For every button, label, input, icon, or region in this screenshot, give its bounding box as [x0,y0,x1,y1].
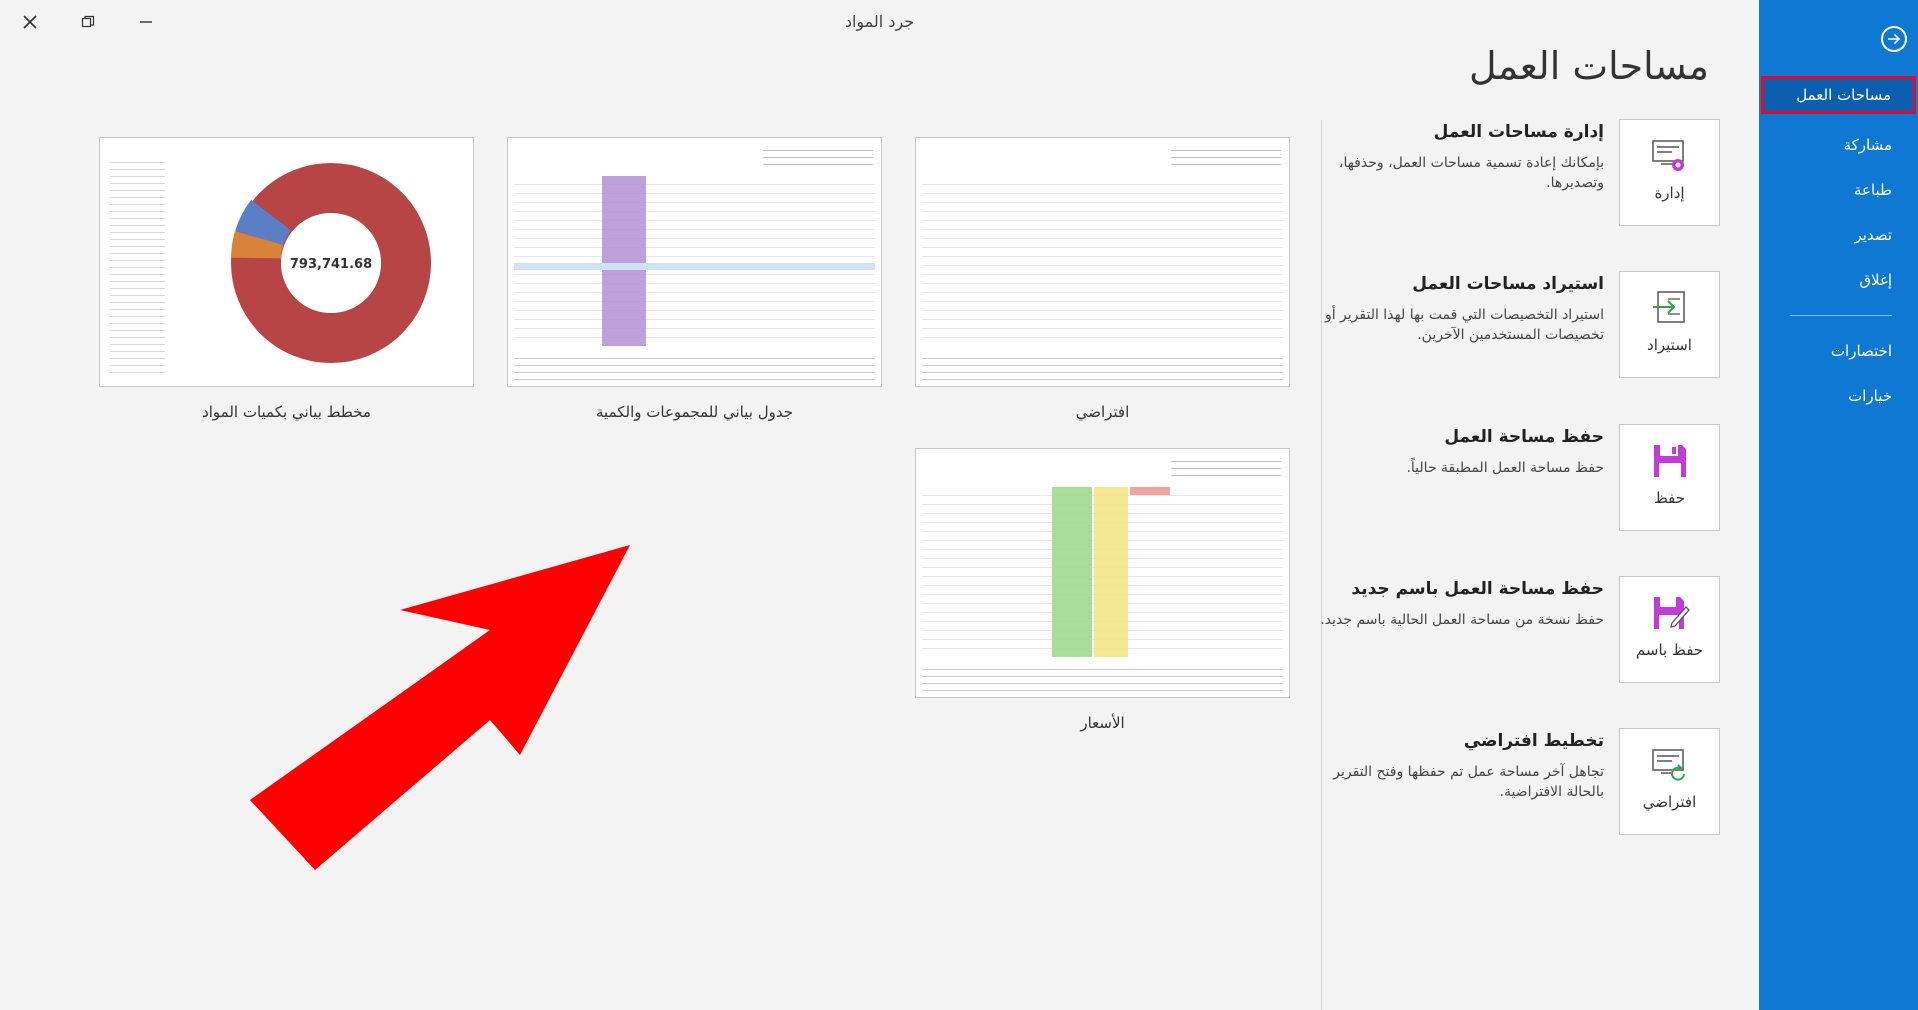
action-title: إدارة مساحات العمل [1433,122,1604,142]
save-as-button-label: حفظ باسم [1635,641,1704,659]
nav-options[interactable]: خيارات [1759,377,1918,415]
workspace-thumbnail[interactable]: 793,741.68 [99,137,474,387]
back-button[interactable] [1881,26,1907,52]
thumbnail-footer [922,352,1283,380]
workspace-label: افتراضي [1075,403,1130,421]
workspace-thumbnail[interactable] [507,137,882,387]
backstage-sidebar: مساحات العمل مشاركة طباعة تصدير إغلاق اخ… [1759,0,1918,1010]
donut-segment [231,230,284,260]
thumbnail-footer [922,663,1283,691]
action-manage: إدارة إدارة مساحات العمل بإمكانك إعادة ت… [1290,119,1720,229]
action-title: استيراد مساحات العمل [1412,274,1604,294]
action-title: تخطيط افتراضي [1463,731,1604,751]
nav-close[interactable]: إغلاق [1759,261,1918,299]
nav-separator [1790,315,1892,316]
manage-workspace-icon [1652,140,1684,171]
import-button[interactable]: استيراد [1619,271,1720,378]
action-title: حفظ مساحة العمل باسم جديد [1351,579,1604,599]
action-save: حفظ حفظ مساحة العمل حفظ مساحة العمل المط… [1290,424,1720,534]
annotation-arrow [250,545,630,870]
thumbnail-footer [514,352,875,380]
save-icon [1654,445,1686,477]
workspace-thumbnail[interactable] [915,137,1290,387]
import-icon [1653,291,1685,323]
workspace-label: مخطط بياني بكميات المواد [202,403,371,421]
thumbnail-red-cell [1130,487,1170,495]
chart-legend [110,156,165,374]
thumbnail-header [1171,144,1281,170]
manage-button[interactable]: إدارة [1619,119,1720,226]
save-as-button[interactable]: حفظ باسم [1619,576,1720,683]
section-divider [1321,120,1322,1010]
page-title: مساحات العمل [1469,44,1709,88]
import-button-label: استيراد [1647,336,1692,354]
action-import: استيراد استيراد مساحات العمل استيراد الت… [1290,271,1720,381]
thumbnail-header [1171,455,1281,481]
save-button[interactable]: حفظ [1619,424,1720,531]
action-description: حفظ مساحة العمل المطبقة حالياً. [1406,460,1604,476]
nav-shortcuts[interactable]: اختصارات [1759,332,1918,370]
thumbnail-selected-row [514,263,875,270]
action-default-layout: افتراضي تخطيط افتراضي تجاهل آخر مساحة عم… [1290,728,1720,838]
action-description: بإمكانك إعادة تسمية مساحات العمل، وحذفها… [1338,155,1604,191]
action-description: حفظ نسخة من مساحة العمل الحالية باسم جدي… [1320,612,1604,628]
save-button-label: حفظ [1653,489,1686,507]
donut-chart: 793,741.68 [231,163,431,363]
donut-center-value: 793,741.68 [290,257,372,272]
save-as-icon [1654,597,1690,629]
reset-layout-icon [1652,749,1685,781]
nav-share[interactable]: مشاركة [1759,126,1918,164]
thumbnail-header [763,144,873,170]
workspace-label: الأسعار [1080,714,1125,732]
thumbnail-grid [922,176,1283,346]
default-layout-button-label: افتراضي [1642,793,1697,811]
default-layout-button[interactable]: افتراضي [1619,728,1720,835]
arrow-right-icon [1888,33,1901,45]
action-save-as: حفظ باسم حفظ مساحة العمل باسم جديد حفظ ن… [1290,576,1720,686]
action-description: تجاهل آخر مساحة عمل تم حفظها وفتح التقري… [1333,764,1604,800]
thumbnail-highlight-column [602,176,646,346]
title-bar: جرد المواد [0,0,1759,44]
donut-segment [235,199,292,247]
thumbnail-yellow-column [1094,487,1128,657]
action-description: استيراد التخصيصات التي قمت بها لهذا التق… [1324,307,1604,343]
thumbnail-grid [514,176,875,346]
nav-export[interactable]: تصدير [1759,216,1918,254]
arrow-shape [250,545,630,870]
nav-workspaces[interactable]: مساحات العمل [1761,76,1916,114]
action-title: حفظ مساحة العمل [1444,427,1604,447]
thumbnail-green-column [1052,487,1092,657]
window-title: جرد المواد [844,12,915,31]
manage-button-label: إدارة [1654,184,1685,202]
nav-print[interactable]: طباعة [1759,171,1918,209]
workspace-thumbnail[interactable] [915,448,1290,698]
workspace-label: جدول بياني للمجموعات والكمية [596,403,793,421]
